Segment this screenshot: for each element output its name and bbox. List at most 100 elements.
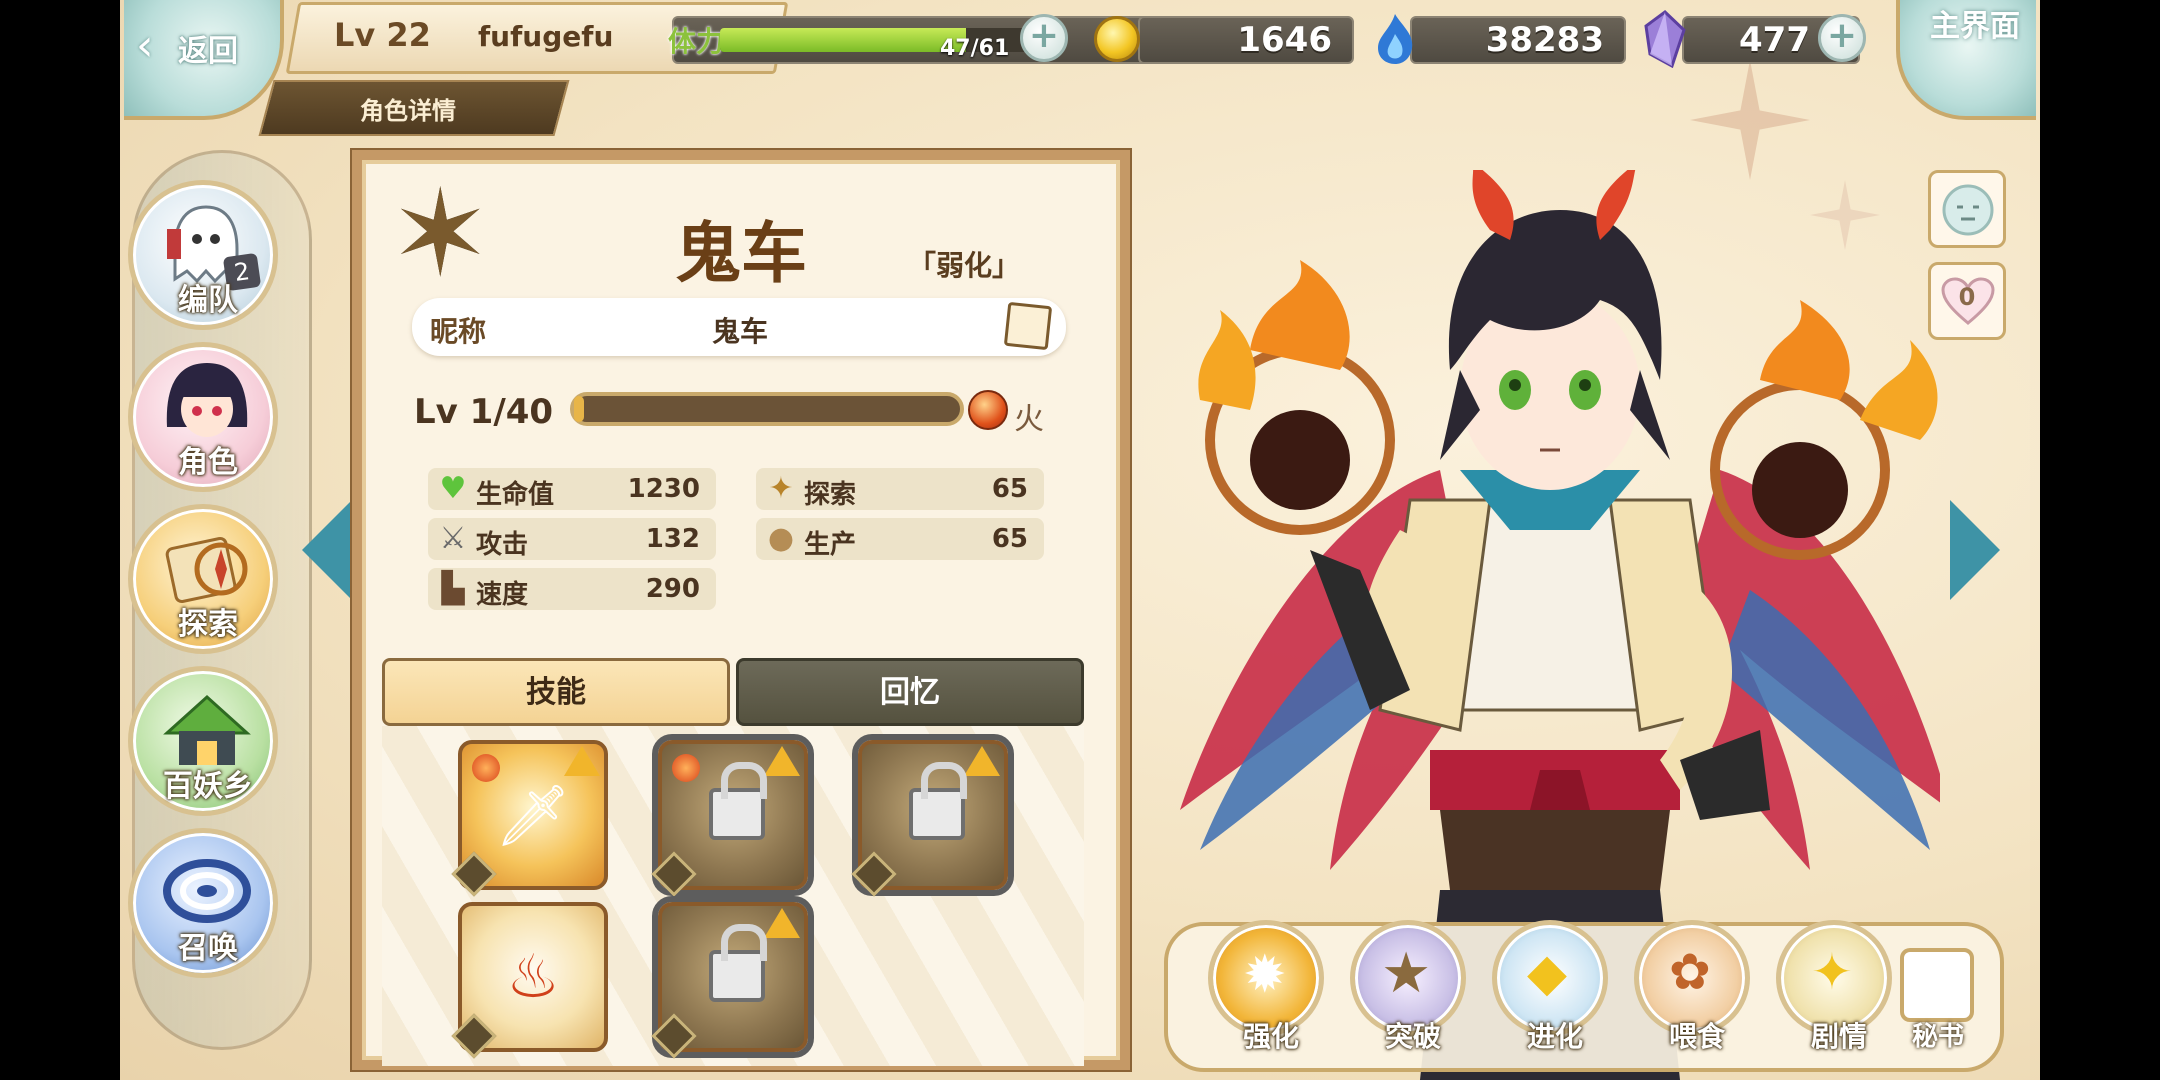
- sword-skill-icon: 🗡: [494, 781, 572, 851]
- enhance-icon: ✹: [1243, 945, 1287, 1005]
- skill-slot-1[interactable]: 🗡: [451, 740, 608, 897]
- feed-button[interactable]: ✿ 喂食: [1634, 920, 1750, 1053]
- add-stamina-button[interactable]: +: [1020, 14, 1068, 62]
- stat-name: 生命值: [476, 480, 555, 510]
- character-level: Lv 1/40: [414, 392, 554, 432]
- sword-icon: ⚔: [439, 521, 467, 556]
- lock-icon: [909, 762, 967, 840]
- action-label: 喂食: [1668, 1020, 1725, 1053]
- upgrade-arrow-icon: [964, 746, 1000, 776]
- sidebar-item-label: 百妖乡: [163, 769, 253, 804]
- stat-hp: ♥ 生命值 1230: [428, 468, 716, 510]
- evolve-button[interactable]: ◆ 进化: [1492, 920, 1608, 1053]
- stamina-fill: [720, 28, 967, 52]
- player-name: fufugefu: [478, 20, 614, 53]
- heart-icon: ♥: [439, 471, 467, 506]
- nickname-row: 昵称 鬼车: [412, 298, 1066, 356]
- sidebar-item-team[interactable]: 2 编队: [128, 180, 278, 330]
- page-subtitle: 角色详情: [360, 97, 456, 125]
- character-detail-card: ✶ 鬼车 「弱化」 昵称 鬼车 Lv 1/40 火 ♥ 生命值 1230 ✦ 探…: [352, 150, 1130, 1070]
- tab-memory[interactable]: 回忆: [736, 658, 1084, 726]
- sidebar-item-character[interactable]: 角色: [128, 342, 278, 492]
- evolve-icon: ◆: [1527, 943, 1567, 1003]
- skill-slot-3[interactable]: [851, 734, 1014, 897]
- feed-icon: ✿: [1669, 943, 1711, 1001]
- add-crystal-button[interactable]: +: [1818, 14, 1866, 62]
- skill-grid: 🗡 ♨: [382, 726, 1084, 1066]
- boot-icon: ▙: [441, 571, 465, 606]
- secretary-button[interactable]: [1900, 948, 1974, 1022]
- upgrade-arrow-icon: [564, 746, 600, 776]
- story-icon: ✦: [1811, 943, 1853, 1001]
- fire-element-icon: [672, 754, 700, 782]
- action-bar: ✹ 强化 ★ 突破 ◆ 进化 ✿ 喂食 ✦ 剧情: [1164, 920, 2004, 1072]
- upgrade-arrow-icon: [764, 746, 800, 776]
- main-menu-button[interactable]: 主界面: [1896, 0, 2036, 120]
- action-label: 进化: [1526, 1020, 1583, 1053]
- stat-name: 攻击: [476, 530, 529, 560]
- level-progress-bar: [570, 392, 964, 426]
- game-view: ‹ 返回 Lv 22 fufugefu 角色详情 体力 47/61 + 1646…: [120, 0, 2040, 1080]
- crystal-value: 477: [1739, 20, 1810, 60]
- skill-rank-gem-icon: [651, 851, 697, 897]
- level-progress-fill: [574, 396, 584, 422]
- stat-value: 1230: [627, 474, 700, 504]
- sidebar-item-label: 编队: [178, 283, 238, 318]
- stat-name: 探索: [804, 480, 857, 510]
- skill-rank-gem-icon: [451, 1013, 497, 1059]
- story-button[interactable]: ✦ 剧情: [1776, 920, 1892, 1053]
- affection-button[interactable]: 0: [1928, 262, 2006, 340]
- upgrade-arrow-icon: [764, 908, 800, 938]
- sidebar-item-village[interactable]: 百妖乡: [128, 666, 278, 816]
- stat-attack: ⚔ 攻击 132: [428, 518, 716, 560]
- stat-explore: ✦ 探索 65: [756, 468, 1044, 510]
- fire-sack-skill-icon: ♨: [506, 942, 560, 1012]
- sidebar-item-summon[interactable]: 召唤: [128, 828, 278, 978]
- element-label: 火: [1014, 402, 1044, 437]
- stat-value: 65: [991, 474, 1028, 504]
- lock-icon: [709, 924, 767, 1002]
- sidebar-item-label: 探索: [178, 607, 238, 642]
- summon-vortex-icon: [163, 859, 251, 923]
- stat-speed: ▙ 速度 290: [428, 568, 716, 610]
- stamina-value: 47/61: [940, 36, 1010, 61]
- skill-slot-4[interactable]: ♨: [451, 902, 608, 1059]
- sidebar-item-label: 角色: [178, 445, 238, 480]
- skill-slot-5[interactable]: [651, 896, 814, 1059]
- secretary-label: 秘书: [1911, 1022, 1964, 1052]
- breakthrough-button[interactable]: ★ 突破: [1350, 920, 1466, 1053]
- action-label: 突破: [1384, 1020, 1441, 1053]
- screen: ‹ 返回 Lv 22 fufugefu 角色详情 体力 47/61 + 1646…: [0, 0, 2160, 1080]
- action-label: 强化: [1242, 1020, 1299, 1053]
- crystal-icon: [1644, 10, 1686, 68]
- top-bar: ‹ 返回 Lv 22 fufugefu 角色详情 体力 47/61 + 1646…: [120, 0, 2040, 136]
- next-character-arrow[interactable]: [1950, 500, 2000, 600]
- prev-character-arrow[interactable]: [302, 500, 352, 600]
- stat-value: 132: [645, 524, 700, 554]
- back-button[interactable]: ‹ 返回: [124, 0, 284, 120]
- main-menu-label: 主界面: [1930, 9, 2020, 44]
- stat-value: 65: [991, 524, 1028, 554]
- stat-production: ● 生产 65: [756, 518, 1044, 560]
- stamina-label: 体力: [668, 25, 725, 58]
- expression-button[interactable]: [1928, 170, 2006, 248]
- skill-rank-gem-icon: [651, 1013, 697, 1059]
- breakthrough-icon: ★: [1381, 941, 1432, 1006]
- blue-flame-icon: [1378, 14, 1413, 64]
- affection-count: 0: [1958, 283, 1976, 311]
- action-label: 剧情: [1810, 1020, 1867, 1053]
- enhance-button[interactable]: ✹ 强化: [1208, 920, 1324, 1053]
- nickname-value: 鬼车: [712, 315, 769, 348]
- sack-icon: ●: [767, 521, 795, 556]
- explore-icon: ✦: [768, 471, 794, 506]
- skill-slot-2[interactable]: [651, 734, 814, 897]
- face-icon: [1942, 184, 1994, 236]
- edit-nickname-icon[interactable]: [1003, 301, 1053, 351]
- fire-element-icon: [472, 754, 500, 782]
- sidebar-item-explore[interactable]: 探索: [128, 504, 278, 654]
- village-icon: [163, 694, 251, 765]
- gold-coin-icon: [1094, 16, 1140, 62]
- stat-value: 290: [645, 574, 700, 604]
- tab-skills[interactable]: 技能: [382, 658, 730, 726]
- stat-name: 生产: [804, 530, 857, 560]
